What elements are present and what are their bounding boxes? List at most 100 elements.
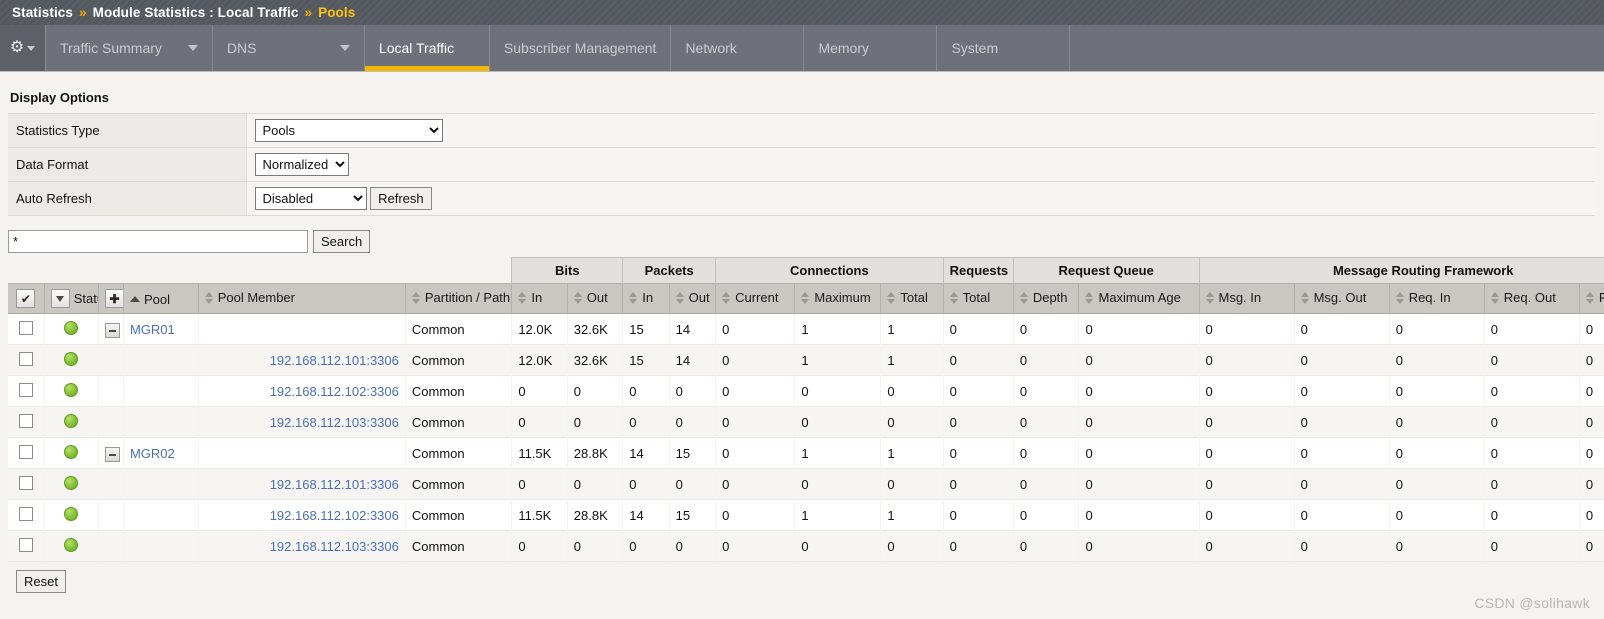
row-checkbox[interactable]: [18, 506, 33, 521]
metric-cell: 15: [622, 344, 670, 376]
column-label: Pool Member: [217, 290, 295, 306]
column-header-packets-in[interactable]: In: [622, 283, 670, 314]
column-header-pool[interactable]: Pool: [123, 283, 199, 314]
metric-cell: 0: [1199, 313, 1295, 345]
tab-traffic-summary[interactable]: Traffic Summary: [46, 25, 213, 71]
pool-member-link[interactable]: 192.168.112.103:3306: [270, 415, 399, 430]
metric-cell: 14: [669, 344, 716, 376]
statistics-type-select[interactable]: Pools: [254, 119, 443, 142]
table-row[interactable]: 192.168.112.102:3306 Common 11.5K 28.8K 14 15…: [8, 499, 1604, 531]
column-header-pool-member[interactable]: Pool Member: [198, 283, 406, 314]
tab-network[interactable]: Network: [671, 25, 805, 71]
pool-member-link[interactable]: 192.168.112.103:3306: [270, 539, 399, 554]
row-checkbox[interactable]: [18, 537, 33, 552]
row-checkbox[interactable]: [18, 351, 33, 366]
row-checkbox[interactable]: [18, 320, 33, 335]
pool-link[interactable]: MGR01: [130, 322, 175, 337]
option-label: Data Format: [8, 147, 247, 182]
column-header-req-out[interactable]: Req. Out: [1484, 283, 1580, 314]
metric-cell: 0: [794, 468, 881, 500]
tab-memory[interactable]: Memory: [804, 25, 938, 71]
display-options-table: Statistics Type Pools Data Format Normal…: [8, 113, 1596, 216]
table-row[interactable]: 192.168.112.103:3306 Common 0 0 0 0 0 0 0 0 0 0 0 0 0 0…: [8, 530, 1604, 562]
column-label: Total: [900, 290, 928, 306]
column-header-connections-current[interactable]: Current: [715, 283, 796, 314]
group-header-bits: Bits: [511, 257, 624, 284]
column-header-requests-total[interactable]: Total: [943, 283, 1014, 314]
metric-cell: 0: [1078, 499, 1199, 531]
row-select-cell: [8, 313, 45, 345]
row-checkbox[interactable]: [18, 382, 33, 397]
settings-menu-button[interactable]: ⚙: [0, 25, 46, 71]
table-row[interactable]: MGR01 Common 12.0K 32.6K 15 14 0 1 1 0 0 0 0 0 0 0 0: [8, 313, 1604, 345]
table-row[interactable]: MGR02 Common 11.5K 28.8K 14 15 0 1 1 0 0 0 0 0 0 0 0: [8, 437, 1604, 469]
select-all-header: [8, 283, 45, 314]
column-header-truncated[interactable]: R: [1579, 283, 1604, 314]
metric-cell: 14: [622, 437, 670, 469]
metric-cell: 0: [1389, 406, 1485, 438]
metric-cell: 0: [1484, 468, 1580, 500]
metric-cell: 0: [715, 313, 795, 345]
sort-icon: [204, 291, 214, 304]
collapse-icon[interactable]: [105, 323, 121, 339]
status-available-icon: [64, 382, 79, 397]
pool-name-cell: [123, 344, 199, 376]
pool-member-link[interactable]: 192.168.112.101:3306: [270, 477, 399, 492]
metric-cell: 0: [1199, 468, 1295, 500]
table-row[interactable]: 192.168.112.102:3306 Common 0 0 0 0 0 0 0 0 0 0 0 0 0 0…: [8, 375, 1604, 407]
column-header-queue-maximum-age[interactable]: Maximum Age: [1078, 283, 1200, 314]
metric-cell: 0: [1294, 344, 1390, 376]
pool-member-link[interactable]: 192.168.112.101:3306: [270, 353, 399, 368]
column-header-connections-maximum[interactable]: Maximum: [794, 283, 882, 314]
auto-refresh-select[interactable]: Disabled: [254, 187, 367, 210]
table-row[interactable]: 192.168.112.101:3306 Common 12.0K 32.6K 15 14…: [8, 344, 1604, 376]
select-all-checkbox[interactable]: [16, 289, 36, 308]
partition-cell: Common: [405, 344, 512, 376]
status-cell: [44, 375, 99, 407]
breadcrumb: Statistics » Module Statistics : Local T…: [0, 0, 1604, 25]
pool-member-link[interactable]: 192.168.112.102:3306: [270, 384, 399, 399]
column-header-connections-total[interactable]: Total: [880, 283, 944, 314]
column-header-queue-depth[interactable]: Depth: [1013, 283, 1080, 314]
column-header-bits-in[interactable]: In: [511, 283, 568, 314]
metric-cell: 11.5K: [511, 437, 568, 469]
table-row[interactable]: 192.168.112.101:3306 Common 0 0 0 0 0 0 0 0 0 0 0 0 0 0…: [8, 468, 1604, 500]
refresh-button[interactable]: Refresh: [370, 187, 432, 210]
metric-cell: 0: [1078, 375, 1199, 407]
column-header-bits-out[interactable]: Out: [567, 283, 624, 314]
row-checkbox[interactable]: [18, 475, 33, 490]
tab-subscriber-management[interactable]: Subscriber Management: [490, 25, 672, 71]
reset-button[interactable]: Reset: [16, 570, 66, 593]
row-checkbox[interactable]: [18, 413, 33, 428]
tab-system[interactable]: System: [937, 25, 1071, 71]
display-options-title: Display Options: [10, 90, 109, 105]
column-header-msg-out[interactable]: Msg. Out: [1294, 283, 1390, 314]
metric-cell: 0: [1484, 344, 1580, 376]
row-checkbox[interactable]: [18, 444, 33, 459]
column-header-req-in[interactable]: Req. In: [1389, 283, 1485, 314]
row-expander-cell: [98, 344, 124, 376]
status-filter-dropdown-icon[interactable]: [50, 289, 70, 308]
breadcrumb-item-statistics[interactable]: Statistics: [12, 5, 73, 20]
pool-link[interactable]: MGR02: [130, 446, 175, 461]
breadcrumb-item-module-statistics[interactable]: Module Statistics : Local Traffic: [93, 5, 299, 20]
tab-local-traffic[interactable]: Local Traffic: [364, 25, 490, 71]
search-input[interactable]: [8, 230, 308, 253]
column-header-status[interactable]: Status: [44, 283, 100, 314]
sort-icon: [1585, 291, 1595, 304]
pool-member-link[interactable]: 192.168.112.102:3306: [270, 508, 399, 523]
column-header-msg-in[interactable]: Msg. In: [1199, 283, 1295, 314]
column-header-packets-out[interactable]: Out: [669, 283, 717, 314]
data-format-select[interactable]: Normalized: [254, 153, 349, 176]
expand-all-button[interactable]: [105, 289, 123, 308]
metric-cell: 0: [567, 530, 623, 562]
collapse-icon[interactable]: [105, 447, 121, 463]
metric-cell: 0: [1294, 530, 1390, 562]
metric-cell: 0: [943, 375, 1014, 407]
table-row[interactable]: 192.168.112.103:3306 Common 0 0 0 0 0 0 0 0 0 0 0 0 0 0…: [8, 406, 1604, 438]
tab-dns[interactable]: DNS: [213, 25, 365, 71]
search-button[interactable]: Search: [313, 230, 371, 253]
metric-cell: 0: [1013, 375, 1079, 407]
status-cell: [44, 344, 99, 376]
column-header-partition-path[interactable]: Partition / Path: [405, 283, 513, 314]
